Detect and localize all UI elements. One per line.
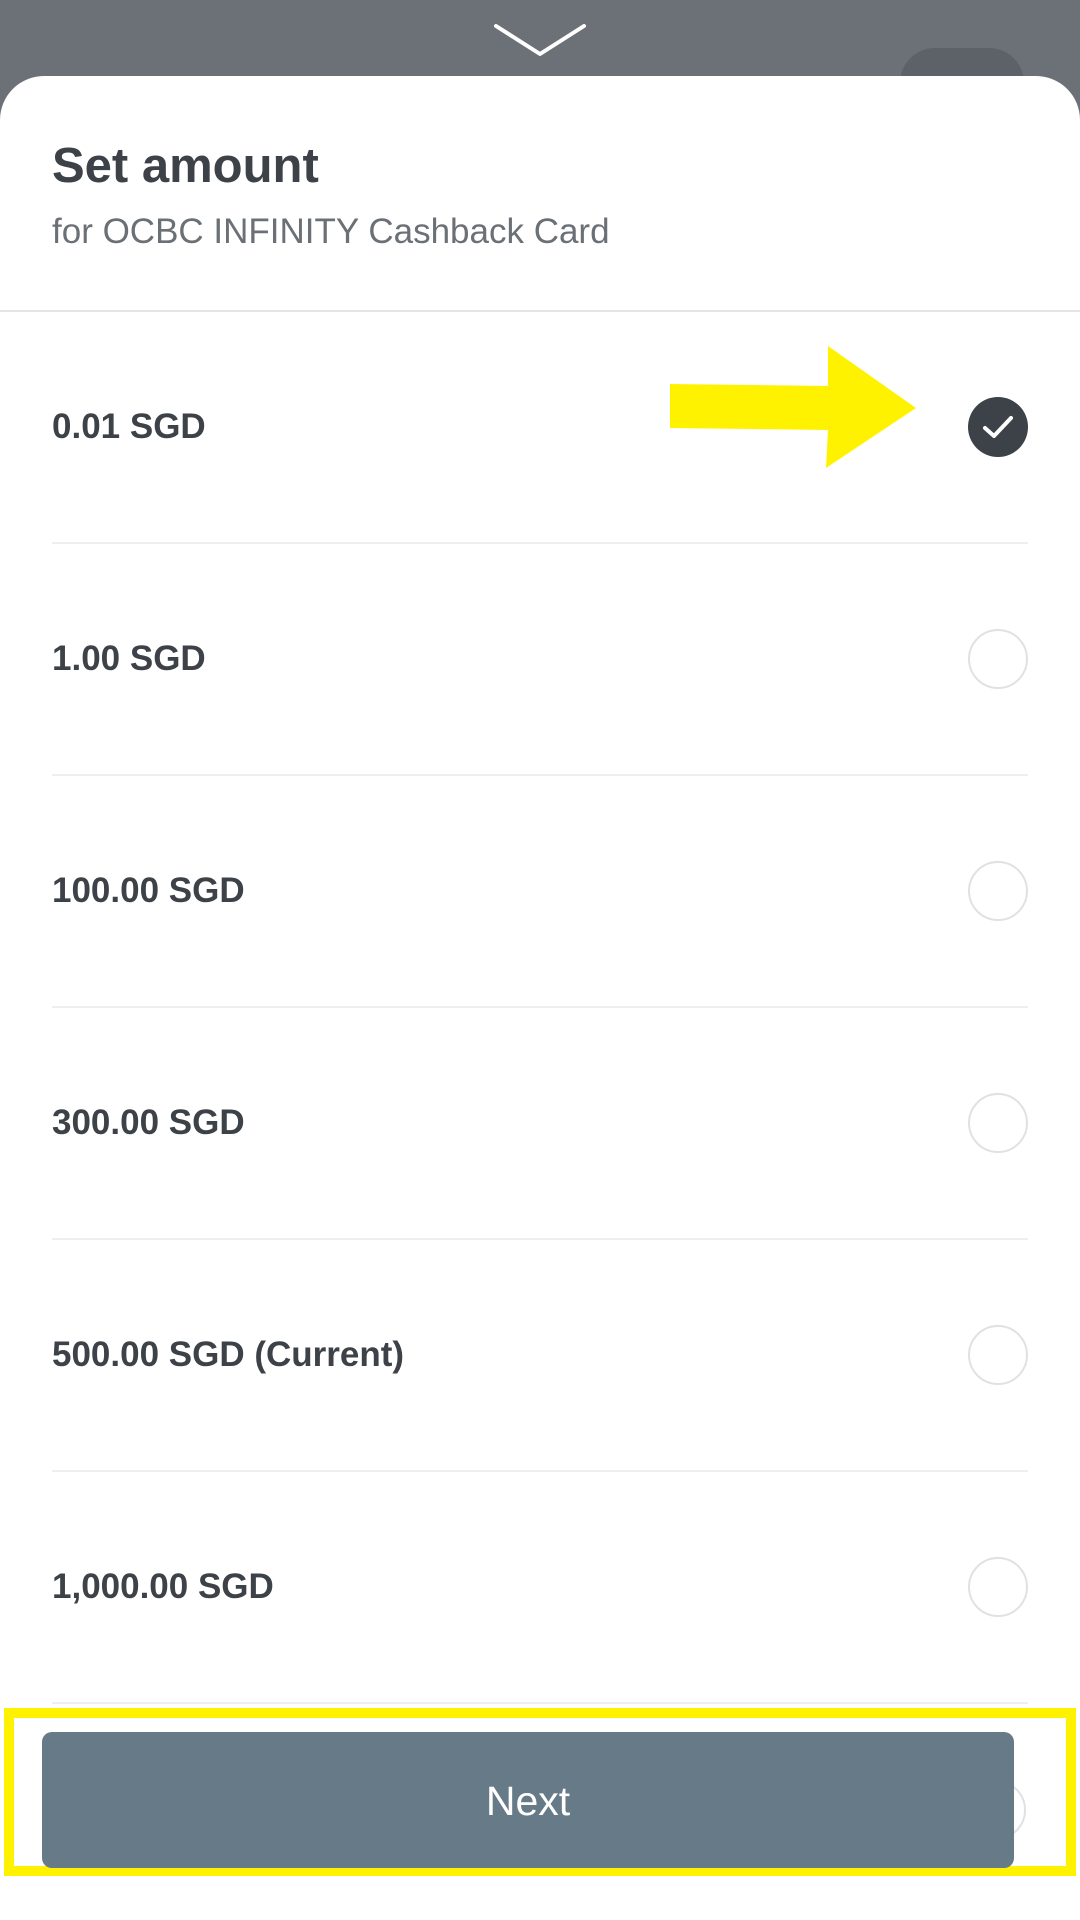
option-label: 500.00 SGD (Current) — [52, 1335, 405, 1374]
arrow-right-icon — [670, 346, 916, 468]
page-subtitle: for OCBC INFINITY Cashback Card — [52, 212, 610, 251]
next-button[interactable]: Next — [42, 1732, 1014, 1868]
option-label: 1,000.00 SGD — [52, 1567, 274, 1606]
radio-selected[interactable] — [968, 397, 1028, 457]
radio-unselected[interactable] — [968, 1093, 1028, 1153]
page-title: Set amount — [52, 139, 319, 193]
option-1-00-sgd[interactable]: 1.00 SGD — [52, 544, 1028, 776]
option-label: 0.01 SGD — [52, 407, 206, 446]
radio-unselected[interactable] — [968, 1557, 1028, 1617]
radio-unselected[interactable] — [968, 629, 1028, 689]
option-300-00-sgd[interactable]: 300.00 SGD — [52, 1008, 1028, 1240]
option-label: 100.00 SGD — [52, 871, 245, 910]
option-label: 300.00 SGD — [52, 1103, 245, 1142]
option-1000-00-sgd[interactable]: 1,000.00 SGD — [52, 1472, 1028, 1704]
chevron-down-icon[interactable] — [490, 18, 590, 64]
option-100-00-sgd[interactable]: 100.00 SGD — [52, 776, 1028, 1008]
option-500-00-sgd-current[interactable]: 500.00 SGD (Current) — [52, 1240, 1028, 1472]
option-label: 1.00 SGD — [52, 639, 206, 678]
radio-unselected[interactable] — [968, 1325, 1028, 1385]
checkmark-icon — [983, 416, 1013, 438]
radio-unselected[interactable] — [968, 861, 1028, 921]
bottom-sheet: Set amount for OCBC INFINITY Cashback Ca… — [0, 76, 1080, 1920]
amount-options-list: 0.01 SGD 1.00 SGD 100.00 SGD 300.00 SGD … — [0, 312, 1080, 1704]
sheet-header: Set amount for OCBC INFINITY Cashback Ca… — [0, 76, 1080, 312]
